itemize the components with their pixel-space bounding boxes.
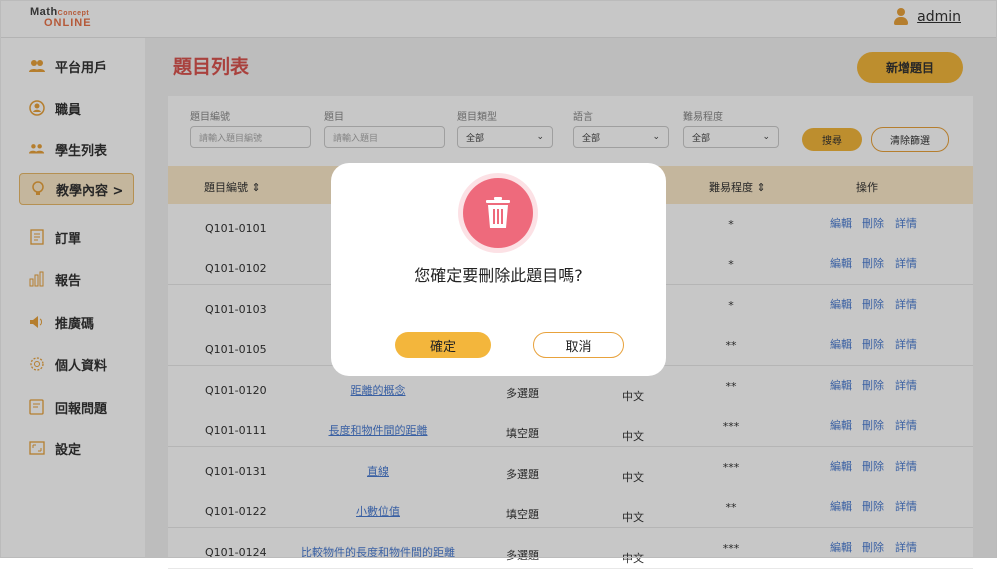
trash-icon xyxy=(458,173,538,253)
confirm-button[interactable]: 確定 xyxy=(395,332,491,358)
dialog-message: 您確定要刪除此題目嗎? xyxy=(414,266,583,285)
cancel-button[interactable]: 取消 xyxy=(533,332,624,358)
